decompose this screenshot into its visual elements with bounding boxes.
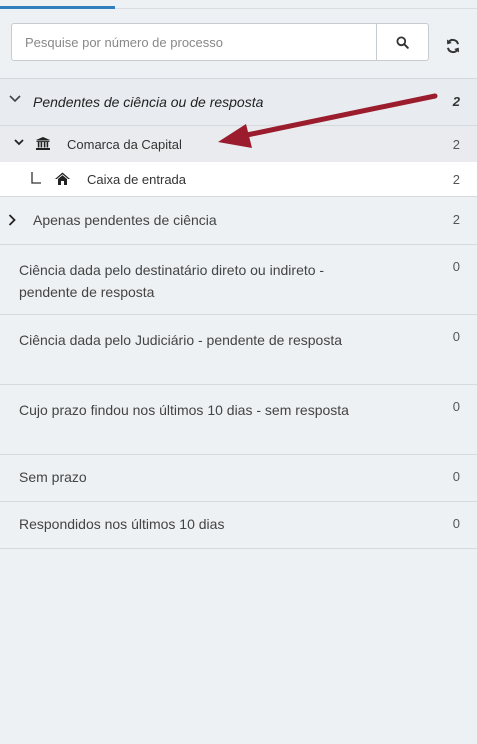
list-item-label: Respondidos nos últimos 10 dias [19, 516, 225, 532]
only-pending-label: Apenas pendentes de ciência [33, 212, 217, 228]
chevron-right-icon [8, 214, 16, 226]
search-area [0, 9, 477, 79]
search-input[interactable] [12, 24, 378, 60]
list-item-count: 0 [452, 329, 460, 344]
list-item[interactable]: Ciência dada pelo destinatário direto ou… [0, 245, 477, 315]
court-row[interactable]: Comarca da Capital 2 [0, 126, 477, 162]
bank-icon [36, 137, 50, 150]
list-item-count: 0 [452, 469, 460, 484]
list-item-label: Ciência dada pelo destinatário direto ou… [19, 262, 325, 300]
chevron-down-icon [14, 139, 24, 146]
list-item[interactable]: Ciência dada pelo Judiciário - pendente … [0, 315, 477, 385]
list-item-label: Cujo prazo findou nos últimos 10 dias - … [19, 402, 349, 418]
inbox-count: 2 [452, 172, 460, 187]
list-item[interactable]: Respondidos nos últimos 10 dias 0 [0, 502, 477, 549]
list-item[interactable]: Sem prazo 0 [0, 455, 477, 502]
pending-group-row[interactable]: Pendentes de ciência ou de resposta 2 [0, 79, 477, 126]
list-item-label: Sem prazo [19, 469, 87, 485]
only-pending-count: 2 [452, 212, 460, 227]
list-item-count: 0 [452, 399, 460, 414]
inbox-label: Caixa de entrada [87, 172, 187, 187]
chevron-down-icon [9, 95, 21, 103]
list-item-count: 0 [452, 516, 460, 531]
list-item[interactable]: Cujo prazo findou nos últimos 10 dias - … [0, 385, 477, 455]
home-icon [55, 172, 70, 185]
filter-list: Pendentes de ciência ou de resposta 2 Co… [0, 79, 477, 549]
search-box [11, 23, 429, 61]
refresh-icon [447, 38, 459, 54]
pending-group-label: Pendentes de ciência ou de resposta [33, 94, 264, 110]
search-icon [396, 36, 409, 49]
pending-group-count: 2 [452, 94, 460, 109]
list-item-count: 0 [452, 259, 460, 274]
refresh-button[interactable] [440, 33, 466, 59]
court-count: 2 [452, 137, 460, 152]
list-item-label: Ciência dada pelo Judiciário - pendente … [19, 332, 342, 348]
tree-connector-icon [31, 172, 41, 184]
inbox-row[interactable]: Caixa de entrada 2 [0, 162, 477, 197]
only-pending-row[interactable]: Apenas pendentes de ciência 2 [0, 197, 477, 245]
search-button[interactable] [376, 24, 428, 60]
court-label: Comarca da Capital [67, 137, 182, 152]
